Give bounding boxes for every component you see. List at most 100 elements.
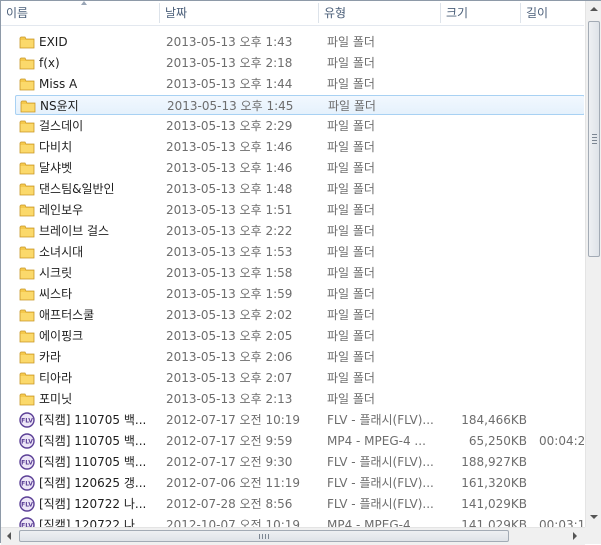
column-header-length[interactable]: 길이: [521, 1, 584, 25]
file-row[interactable]: FLV [직캠] 110705 백... 2012-07-17 오전 9:59 MP4…: [15, 431, 584, 451]
file-type: 파일 폴더: [327, 329, 375, 343]
horizontal-scrollbar[interactable]: [1, 527, 585, 545]
file-date: 2013-05-13 오후 1:44: [166, 77, 293, 91]
file-name: 브레이브 걸스: [39, 224, 110, 238]
file-length: [539, 347, 584, 367]
folder-row[interactable]: NS윤지 2013-05-13 오후 1:45 파일 폴더: [15, 95, 584, 115]
file-date: 2012-07-17 오전 10:19: [166, 413, 301, 427]
file-type: FLV - 플래시(FLV)...: [327, 497, 434, 511]
file-length: [539, 137, 584, 157]
file-length: [539, 473, 584, 493]
folder-row[interactable]: 티아라 2013-05-13 오후 2:07 파일 폴더: [15, 368, 584, 388]
svg-text:FLV: FLV: [21, 502, 33, 509]
flv-video-icon: FLV: [19, 412, 35, 428]
file-name: [직캠] 120722 나...: [39, 497, 147, 511]
file-type: 파일 폴더: [327, 266, 375, 280]
file-date: 2013-05-13 오후 2:22: [166, 224, 293, 238]
folder-row[interactable]: 걸스데이 2013-05-13 오후 2:29 파일 폴더: [15, 116, 584, 136]
folder-row[interactable]: 브레이브 걸스 2013-05-13 오후 2:22 파일 폴더: [15, 221, 584, 241]
folder-icon: [19, 370, 35, 386]
svg-text:FLV: FLV: [21, 439, 33, 446]
file-size: 188,927KB: [461, 455, 527, 469]
file-size: 161,320KB: [461, 476, 527, 490]
file-size: 65,250KB: [468, 434, 527, 448]
folder-row[interactable]: EXID 2013-05-13 오후 1:43 파일 폴더: [15, 32, 584, 52]
file-size: [439, 368, 527, 388]
folder-row[interactable]: 댄스팀&일반인 2013-05-13 오후 1:48 파일 폴더: [15, 179, 584, 199]
file-date: 2012-07-17 오전 9:30: [166, 455, 293, 469]
folder-row[interactable]: 포미닛 2013-05-13 오후 2:13 파일 폴더: [15, 389, 584, 409]
horizontal-scroll-thumb[interactable]: [19, 530, 509, 542]
file-type: FLV - 플래시(FLV)...: [327, 476, 434, 490]
file-date: 2013-05-13 오후 1:51: [166, 203, 293, 217]
file-name: 걸스데이: [39, 119, 84, 133]
folder-row[interactable]: 시크릿 2013-05-13 오후 1:58 파일 폴더: [15, 263, 584, 283]
file-date: 2013-05-13 오후 1:46: [166, 161, 293, 175]
file-row[interactable]: FLV [직캠] 110705 백... 2012-07-17 오전 10:19 FL…: [15, 410, 584, 430]
file-length: [539, 116, 584, 136]
file-name: 다비치: [39, 140, 73, 154]
file-length: 00:04:23: [539, 434, 584, 448]
file-length: [539, 389, 584, 409]
file-length: [539, 284, 584, 304]
folder-row[interactable]: 씨스타 2013-05-13 오후 1:59 파일 폴더: [15, 284, 584, 304]
folder-row[interactable]: 에이핑크 2013-05-13 오후 2:05 파일 폴더: [15, 326, 584, 346]
scroll-up-arrow-icon[interactable]: [590, 7, 598, 11]
folder-icon: [19, 244, 35, 260]
file-name: NS윤지: [40, 99, 79, 113]
file-list: EXID 2013-05-13 오후 1:43 파일 폴더 f(x) 2013-05-1…: [1, 32, 584, 528]
file-type: 파일 폴더: [327, 182, 375, 196]
file-size: [439, 158, 527, 178]
file-name: 티아라: [39, 371, 73, 385]
file-date: 2012-07-28 오전 8:56: [166, 497, 293, 511]
file-length: [539, 410, 584, 430]
file-type: 파일 폴더: [327, 203, 375, 217]
folder-row[interactable]: 애프터스쿨 2013-05-13 오후 2:02 파일 폴더: [15, 305, 584, 325]
grip-line: [259, 534, 260, 539]
file-size: [439, 284, 527, 304]
svg-text:FLV: FLV: [21, 460, 33, 467]
folder-row[interactable]: 레인보우 2013-05-13 오후 1:51 파일 폴더: [15, 200, 584, 220]
folder-row[interactable]: 카라 2013-05-13 오후 2:06 파일 폴더: [15, 347, 584, 367]
vertical-scroll-thumb[interactable]: [588, 21, 600, 257]
file-list-window: 이름 날짜 유형 크기 길이 EXID 2013-05-13 오후 1:43 파일 …: [0, 0, 601, 545]
file-type: 파일 폴더: [327, 308, 375, 322]
svg-text:FLV: FLV: [21, 418, 33, 425]
file-size: [439, 389, 527, 409]
file-size: [439, 32, 527, 52]
file-name: f(x): [39, 56, 60, 70]
folder-row[interactable]: 소녀시대 2013-05-13 오후 1:53 파일 폴더: [15, 242, 584, 262]
scroll-right-arrow-icon[interactable]: [573, 532, 577, 540]
file-date: 2013-05-13 오후 2:13: [166, 392, 293, 406]
file-date: 2013-05-13 오후 2:02: [166, 308, 293, 322]
vertical-scrollbar[interactable]: [585, 1, 601, 527]
file-name: [직캠] 110705 백...: [39, 455, 147, 469]
file-size: 141,029KB: [461, 497, 527, 511]
file-row[interactable]: FLV [직캠] 120625 갱... 2012-07-06 오전 11:19 FL…: [15, 473, 584, 493]
folder-row[interactable]: f(x) 2013-05-13 오후 2:18 파일 폴더: [15, 53, 584, 73]
column-header-type[interactable]: 유형: [319, 1, 440, 25]
column-header-name[interactable]: 이름: [1, 1, 159, 25]
grip-line: [262, 534, 263, 539]
file-length: [540, 96, 584, 116]
column-header-bar: 이름 날짜 유형 크기 길이: [1, 1, 584, 26]
file-row[interactable]: FLV [직캠] 110705 백... 2012-07-17 오전 9:30 FLV…: [15, 452, 584, 472]
file-length: [539, 494, 584, 514]
file-name: 포미닛: [39, 392, 73, 406]
file-type: 파일 폴더: [327, 140, 375, 154]
scroll-left-arrow-icon[interactable]: [7, 532, 11, 540]
folder-row[interactable]: Miss A 2013-05-13 오후 1:44 파일 폴더: [15, 74, 584, 94]
file-date: 2012-07-17 오전 9:59: [166, 434, 293, 448]
folder-row[interactable]: 달샤벳 2013-05-13 오후 1:46 파일 폴더: [15, 158, 584, 178]
column-header-size[interactable]: 크기: [441, 1, 520, 25]
folder-row[interactable]: 다비치 2013-05-13 오후 1:46 파일 폴더: [15, 137, 584, 157]
column-header-date[interactable]: 날짜: [160, 1, 318, 25]
folder-icon: [19, 307, 35, 323]
folder-icon: [19, 160, 35, 176]
folder-icon: [19, 349, 35, 365]
file-date: 2013-05-13 오후 2:05: [166, 329, 293, 343]
column-header-date-label: 날짜: [165, 6, 188, 20]
scroll-down-arrow-icon[interactable]: [590, 515, 598, 519]
file-row[interactable]: FLV [직캠] 120722 나... 2012-07-28 오전 8:56 FLV…: [15, 494, 584, 514]
file-length: [539, 53, 584, 73]
